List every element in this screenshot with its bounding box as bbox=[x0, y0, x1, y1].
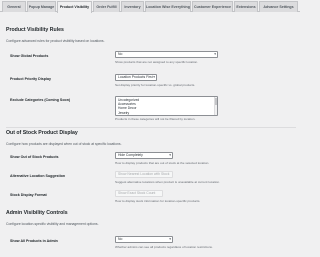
exclude-categories-multiselect[interactable]: Uncategorized Accessories Home Decor Jew… bbox=[115, 96, 218, 116]
tab-order-fulfill[interactable]: Order Fulfill bbox=[93, 1, 120, 12]
show-out-of-stock-label: Show Out of Stock Products bbox=[10, 155, 59, 159]
show-all-products-admin-help: Whether admins can see all products rega… bbox=[115, 245, 213, 249]
alternative-location-select[interactable]: Show Nearest Location with Stock bbox=[115, 171, 173, 178]
tab-product-visibility[interactable]: Product Visibility bbox=[57, 1, 92, 13]
section-title-visibility-rules: Product Visibility Rules bbox=[6, 27, 64, 33]
exclude-categories-label: Exclude Categories (Coming Soon) bbox=[10, 98, 71, 102]
alternative-location-label: Alternative Location Suggestion bbox=[10, 174, 66, 178]
show-out-of-stock-help: How to display products that are out of … bbox=[115, 161, 210, 165]
chevron-down-icon: ▾ bbox=[169, 153, 171, 157]
show-all-products-admin-select[interactable]: No ▾ bbox=[115, 236, 173, 243]
list-item[interactable]: Jewelry bbox=[118, 111, 215, 115]
tab-location-wise-everything[interactable]: Location Wise Everything bbox=[145, 1, 191, 12]
show-out-of-stock-select[interactable]: Hide Completely ▾ bbox=[115, 152, 173, 159]
tab-inventory[interactable]: Inventory bbox=[121, 1, 144, 12]
chevron-down-icon: ▾ bbox=[214, 52, 216, 56]
tab-advance-settings[interactable]: Advance Settings bbox=[259, 1, 298, 12]
show-global-products-label: Show Global Products bbox=[10, 54, 49, 58]
show-global-products-help: Show products that are not assigned to a… bbox=[115, 60, 199, 64]
select-value: Location Products First bbox=[118, 75, 153, 79]
section-title-out-of-stock: Out of Stock Product Display bbox=[6, 130, 78, 136]
settings-tab-bar: General Popup Manage Product Visibility … bbox=[0, 0, 300, 13]
section-title-admin-visibility: Admin Visibility Controls bbox=[6, 210, 68, 216]
section-description: Configure location-specific visibility a… bbox=[6, 222, 99, 226]
show-global-products-select[interactable]: No ▾ bbox=[115, 51, 218, 58]
section-description: Configure how products are displayed whe… bbox=[6, 142, 122, 146]
select-value: No bbox=[118, 237, 123, 241]
tab-extensions[interactable]: Extensions bbox=[234, 1, 258, 12]
exclude-categories-help: Products in these categories will not be… bbox=[115, 117, 196, 121]
select-value: Show Nearest Location with Stock bbox=[118, 172, 170, 176]
show-all-products-admin-label: Show All Products in Admin bbox=[10, 239, 58, 243]
divider bbox=[6, 127, 296, 128]
tab-customer-experience[interactable]: Customer Experience bbox=[192, 1, 233, 12]
alternative-location-help: Suggest alternative locations when produ… bbox=[115, 180, 220, 184]
tab-general[interactable]: General bbox=[2, 1, 26, 12]
select-value: Show Exact Stock Count bbox=[118, 191, 156, 195]
stock-display-format-label: Stock Display Format bbox=[10, 193, 47, 197]
product-priority-select[interactable]: Location Products First ▾ bbox=[115, 74, 157, 81]
select-value: No bbox=[118, 52, 123, 56]
section-description: Configure advanced rules for product vis… bbox=[6, 39, 105, 43]
select-value: Hide Completely bbox=[118, 153, 143, 157]
product-priority-label: Product Priority Display bbox=[10, 77, 51, 81]
product-priority-help: Set display priority for location-specif… bbox=[115, 83, 196, 87]
tab-popup-manage[interactable]: Popup Manage bbox=[27, 1, 56, 12]
chevron-down-icon: ▾ bbox=[153, 75, 155, 79]
stock-display-format-select[interactable]: Show Exact Stock Count bbox=[115, 190, 163, 197]
scrollbar[interactable] bbox=[214, 97, 217, 115]
chevron-down-icon: ▾ bbox=[169, 237, 171, 241]
stock-display-format-help: How to display stock information for loc… bbox=[115, 199, 201, 203]
